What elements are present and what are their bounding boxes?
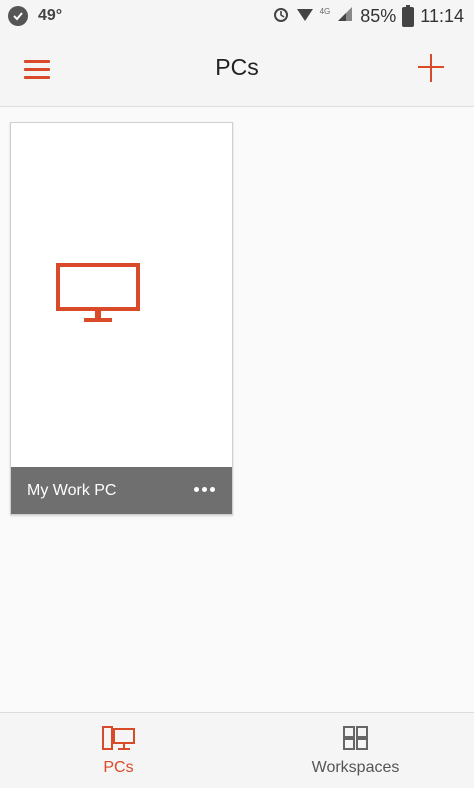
signal-icon xyxy=(336,5,354,28)
check-icon xyxy=(8,6,28,26)
app-bar: PCs xyxy=(0,34,474,107)
battery-percent: 85% xyxy=(360,6,397,26)
battery-icon xyxy=(402,4,415,27)
pc-name: My Work PC xyxy=(27,482,117,499)
card-footer: My Work PC xyxy=(11,467,232,514)
status-left: 49° xyxy=(8,6,62,26)
tab-pcs-label: PCs xyxy=(103,759,134,776)
status-bar: 49° 4G 85% 11:14 xyxy=(0,0,474,34)
add-pc-button[interactable] xyxy=(416,52,448,84)
clock: 11:14 xyxy=(420,6,464,26)
bottom-nav: PCs Workspaces xyxy=(0,712,474,788)
wifi-icon xyxy=(296,5,314,28)
tab-workspaces[interactable]: Workspaces xyxy=(237,713,474,788)
page-title: PCs xyxy=(215,54,259,80)
tab-workspaces-label: Workspaces xyxy=(311,759,400,776)
temperature: 49° xyxy=(38,7,63,24)
alarm-icon xyxy=(272,5,290,28)
network-type: 4G xyxy=(319,7,331,16)
monitor-icon xyxy=(56,263,140,330)
more-options-icon[interactable] xyxy=(194,479,218,499)
status-right: 4G 85% 11:14 xyxy=(272,4,464,28)
workspaces-tab-icon xyxy=(342,725,370,758)
tab-pcs[interactable]: PCs xyxy=(0,713,237,788)
pc-card[interactable]: My Work PC xyxy=(10,122,233,515)
pcs-tab-icon xyxy=(101,725,136,758)
